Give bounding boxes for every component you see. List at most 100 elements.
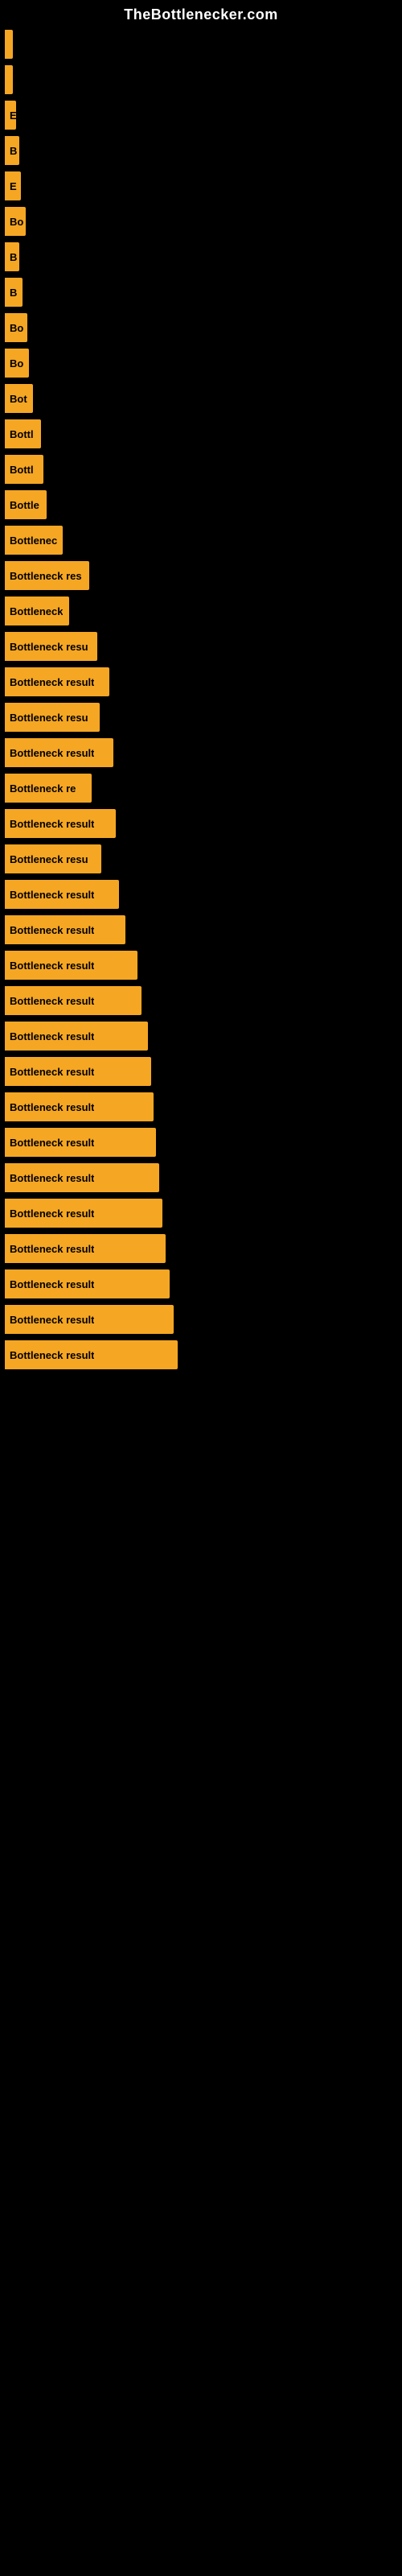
bar-row-23: Bottleneck result <box>0 806 402 841</box>
bar-3: E <box>5 101 16 130</box>
bar-label-12: Bottl <box>10 428 34 440</box>
bar-row-13: Bottl <box>0 452 402 487</box>
bar-label-4: B <box>10 145 17 157</box>
bar-19: Bottleneck result <box>5 667 109 696</box>
bar-label-25: Bottleneck result <box>10 889 94 901</box>
bar-label-7: B <box>10 251 17 263</box>
bar-26: Bottleneck result <box>5 915 125 944</box>
bar-18: Bottleneck resu <box>5 632 97 661</box>
bar-36: Bottleneck result <box>5 1269 170 1298</box>
bar-row-2 <box>0 62 402 97</box>
bar-row-18: Bottleneck resu <box>0 629 402 664</box>
bar-13: Bottl <box>5 455 43 484</box>
bar-label-28: Bottleneck result <box>10 995 94 1007</box>
bar-row-30: Bottleneck result <box>0 1054 402 1089</box>
bar-label-32: Bottleneck result <box>10 1137 94 1149</box>
bar-label-34: Bottleneck result <box>10 1208 94 1220</box>
bar-row-10: Bo <box>0 345 402 381</box>
bar-row-11: Bot <box>0 381 402 416</box>
bar-row-35: Bottleneck result <box>0 1231 402 1266</box>
bar-row-25: Bottleneck result <box>0 877 402 912</box>
bar-label-33: Bottleneck result <box>10 1172 94 1184</box>
bar-row-32: Bottleneck result <box>0 1125 402 1160</box>
bar-row-5: E <box>0 168 402 204</box>
bar-row-14: Bottle <box>0 487 402 522</box>
bar-11: Bot <box>5 384 33 413</box>
bar-16: Bottleneck res <box>5 561 89 590</box>
bar-21: Bottleneck result <box>5 738 113 767</box>
bar-7: B <box>5 242 19 271</box>
bar-label-23: Bottleneck result <box>10 818 94 830</box>
bar-row-15: Bottlenec <box>0 522 402 558</box>
bar-10: Bo <box>5 349 29 378</box>
bar-label-31: Bottleneck result <box>10 1101 94 1113</box>
bar-row-3: E <box>0 97 402 133</box>
bar-label-35: Bottleneck result <box>10 1243 94 1255</box>
bar-label-29: Bottleneck result <box>10 1030 94 1042</box>
bar-row-37: Bottleneck result <box>0 1302 402 1337</box>
bar-37: Bottleneck result <box>5 1305 174 1334</box>
bar-row-20: Bottleneck resu <box>0 700 402 735</box>
bar-label-20: Bottleneck resu <box>10 712 88 724</box>
site-title: TheBottlenecker.com <box>0 0 402 27</box>
bar-row-12: Bottl <box>0 416 402 452</box>
bar-label-8: B <box>10 287 17 299</box>
bar-label-3: E <box>10 109 16 122</box>
bar-33: Bottleneck result <box>5 1163 159 1192</box>
bar-label-16: Bottleneck res <box>10 570 82 582</box>
bar-label-17: Bottleneck <box>10 605 63 617</box>
bar-label-6: Bo <box>10 216 23 228</box>
bar-label-5: E <box>10 180 17 192</box>
bar-row-36: Bottleneck result <box>0 1266 402 1302</box>
bar-row-9: Bo <box>0 310 402 345</box>
bar-row-6: Bo <box>0 204 402 239</box>
bar-23: Bottleneck result <box>5 809 116 838</box>
bar-2 <box>5 65 13 94</box>
bar-8: B <box>5 278 23 307</box>
bar-1 <box>5 30 13 59</box>
bar-label-11: Bot <box>10 393 27 405</box>
bar-5: E <box>5 171 21 200</box>
bar-25: Bottleneck result <box>5 880 119 909</box>
bar-label-14: Bottle <box>10 499 39 511</box>
bar-14: Bottle <box>5 490 47 519</box>
bar-row-16: Bottleneck res <box>0 558 402 593</box>
bar-row-4: B <box>0 133 402 168</box>
bar-15: Bottlenec <box>5 526 63 555</box>
bar-31: Bottleneck result <box>5 1092 154 1121</box>
bar-row-29: Bottleneck result <box>0 1018 402 1054</box>
bar-28: Bottleneck result <box>5 986 142 1015</box>
bar-4: B <box>5 136 19 165</box>
bar-row-21: Bottleneck result <box>0 735 402 770</box>
bar-label-13: Bottl <box>10 464 34 476</box>
bar-label-37: Bottleneck result <box>10 1314 94 1326</box>
bar-6: Bo <box>5 207 26 236</box>
bar-34: Bottleneck result <box>5 1199 162 1228</box>
bar-35: Bottleneck result <box>5 1234 166 1263</box>
bar-row-17: Bottleneck <box>0 593 402 629</box>
bar-22: Bottleneck re <box>5 774 92 803</box>
bar-27: Bottleneck result <box>5 951 137 980</box>
bar-label-30: Bottleneck result <box>10 1066 94 1078</box>
bar-20: Bottleneck resu <box>5 703 100 732</box>
bar-row-31: Bottleneck result <box>0 1089 402 1125</box>
bar-row-28: Bottleneck result <box>0 983 402 1018</box>
bar-38: Bottleneck result <box>5 1340 178 1369</box>
bar-label-15: Bottlenec <box>10 535 57 547</box>
bar-32: Bottleneck result <box>5 1128 156 1157</box>
bar-24: Bottleneck resu <box>5 844 101 873</box>
bar-label-9: Bo <box>10 322 23 334</box>
bar-label-21: Bottleneck result <box>10 747 94 759</box>
bar-9: Bo <box>5 313 27 342</box>
bar-row-38: Bottleneck result <box>0 1337 402 1373</box>
bar-row-1 <box>0 27 402 62</box>
bar-row-19: Bottleneck result <box>0 664 402 700</box>
bar-label-10: Bo <box>10 357 23 369</box>
bar-label-36: Bottleneck result <box>10 1278 94 1290</box>
bar-label-27: Bottleneck result <box>10 960 94 972</box>
bar-label-22: Bottleneck re <box>10 782 76 795</box>
bar-row-8: B <box>0 275 402 310</box>
bar-label-26: Bottleneck result <box>10 924 94 936</box>
bar-label-38: Bottleneck result <box>10 1349 94 1361</box>
bar-row-33: Bottleneck result <box>0 1160 402 1195</box>
